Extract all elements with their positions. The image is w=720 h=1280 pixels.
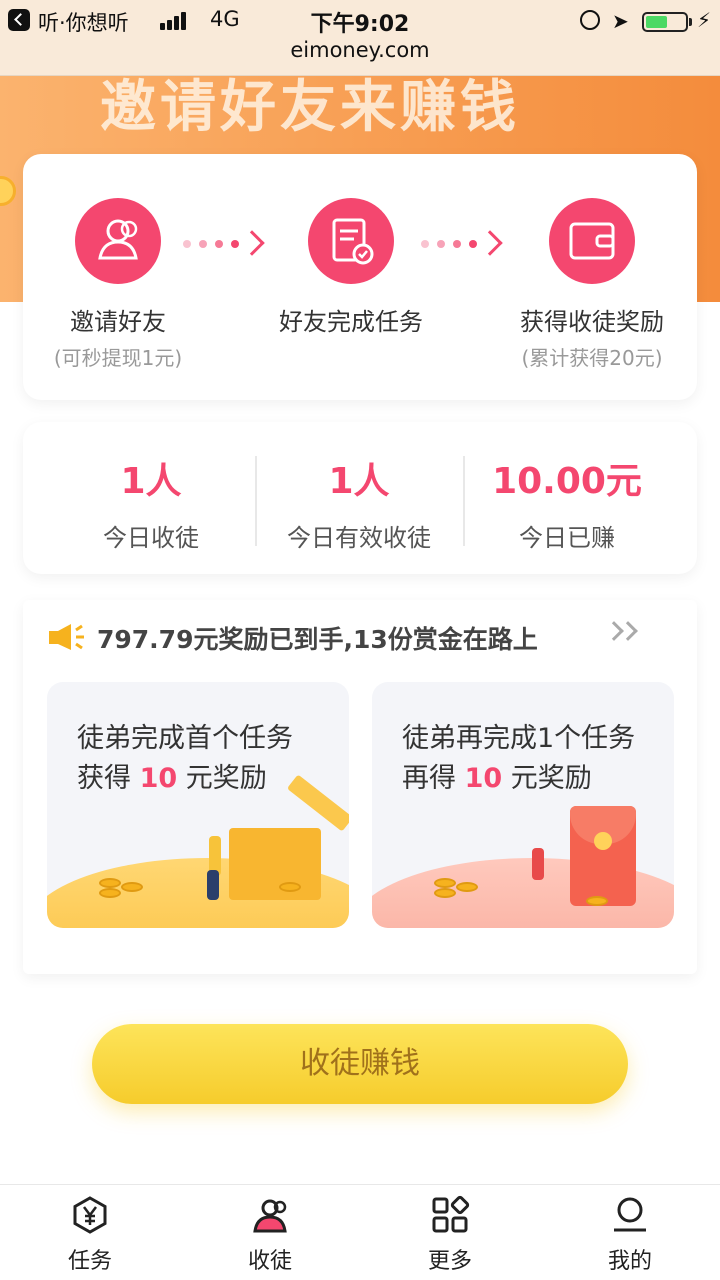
status-bar: 听·你想听 4G 下午9:02 ➤ ⚡ eimoney.com bbox=[0, 0, 720, 76]
step-sub: (可秒提现1元) bbox=[53, 346, 183, 370]
stat-value: 1人 bbox=[120, 461, 182, 502]
step-arrow bbox=[421, 230, 503, 256]
treasure-box-icon bbox=[229, 828, 321, 900]
tab-label: 更多 bbox=[427, 1249, 472, 1274]
step-sub: (累计获得20元) bbox=[521, 346, 663, 370]
url-bar[interactable]: eimoney.com bbox=[0, 38, 720, 62]
location-icon: ➤ bbox=[612, 9, 629, 33]
stat-today-recruits: 1人 今日收徒 bbox=[41, 452, 261, 553]
task-line: 徒弟完成首个任务 bbox=[77, 723, 293, 754]
chevron-right-icon bbox=[618, 621, 638, 641]
charging-icon: ⚡ bbox=[697, 8, 712, 32]
step-arrow bbox=[183, 230, 265, 256]
user-icon bbox=[614, 1197, 646, 1232]
coin-icon bbox=[0, 176, 16, 206]
stat-earned-today: 10.00元 今日已赚 bbox=[457, 452, 677, 553]
task-prefix: 再得 bbox=[402, 763, 456, 794]
task-prefix: 获得 bbox=[77, 763, 131, 794]
person-figure bbox=[532, 848, 544, 880]
coin-icon bbox=[586, 896, 608, 906]
stat-value: 1人 bbox=[328, 461, 390, 502]
reward-notice[interactable]: 797.79元奖励已到手,13份赏金在路上 bbox=[47, 618, 667, 658]
grid-icon bbox=[432, 1195, 470, 1233]
step-label: 邀请好友 bbox=[70, 308, 166, 336]
task-reward-line: 获得 10 元奖励 bbox=[77, 756, 267, 795]
stat-label: 今日已赚 bbox=[519, 524, 615, 552]
task-line: 徒弟再完成1个任务 bbox=[402, 723, 636, 754]
task-suffix: 元奖励 bbox=[185, 763, 267, 794]
stat-label: 今日收徒 bbox=[103, 524, 199, 552]
task-amount: 10 bbox=[139, 763, 178, 794]
stat-valid-recruits: 1人 今日有效收徒 bbox=[249, 452, 469, 553]
tab-recruit[interactable]: 收徒 bbox=[180, 1185, 360, 1280]
battery-icon bbox=[642, 12, 688, 32]
hero-title: 邀请好友来赚钱 bbox=[100, 76, 520, 140]
person-legs bbox=[207, 870, 219, 900]
step-label: 好友完成任务 bbox=[279, 308, 423, 336]
tab-label: 收徒 bbox=[247, 1249, 292, 1274]
stats-card: 1人 今日收徒 1人 今日有效收徒 10.00元 今日已赚 bbox=[23, 422, 697, 574]
users-icon bbox=[253, 1199, 287, 1233]
task-card-second[interactable]: 徒弟再完成1个任务 再得 10 元奖励 bbox=[372, 682, 674, 928]
notice-text: 797.79元奖励已到手,13份赏金在路上 bbox=[97, 625, 538, 654]
task-card-first[interactable]: 徒弟完成首个任务 获得 10 元奖励 bbox=[47, 682, 349, 928]
task-suffix: 元奖励 bbox=[510, 763, 592, 794]
steps-card: 邀请好友 (可秒提现1元) 好友完成任务 获得收徒奖励 (累计获得20元) bbox=[23, 154, 697, 400]
coin-icon bbox=[99, 878, 121, 888]
users-icon bbox=[75, 198, 161, 284]
envelope-seal bbox=[594, 832, 612, 850]
step-label: 获得收徒奖励 bbox=[520, 308, 664, 336]
stat-value: 10.00元 bbox=[492, 461, 642, 502]
task-amount: 10 bbox=[464, 763, 503, 794]
battery-tip bbox=[689, 18, 692, 26]
reward-card: 797.79元奖励已到手,13份赏金在路上 徒弟完成首个任务 获得 10 元奖励… bbox=[23, 600, 697, 974]
coin-icon bbox=[434, 888, 456, 898]
tab-label: 我的 bbox=[607, 1249, 652, 1274]
coin-icon bbox=[279, 882, 301, 892]
coin-icon bbox=[434, 878, 456, 888]
yen-hexagon-icon bbox=[73, 1196, 107, 1234]
wallet-icon bbox=[549, 198, 635, 284]
coin-icon bbox=[99, 888, 121, 898]
tab-more[interactable]: 更多 bbox=[360, 1185, 540, 1280]
tab-bar: 任务 收徒 更多 我的 bbox=[0, 1184, 720, 1280]
task-reward-line: 再得 10 元奖励 bbox=[402, 756, 592, 795]
tab-tasks[interactable]: 任务 bbox=[0, 1185, 180, 1280]
rotation-lock-icon bbox=[580, 10, 600, 30]
coin-icon bbox=[121, 882, 143, 892]
tab-mine[interactable]: 我的 bbox=[540, 1185, 720, 1280]
box-lid bbox=[286, 774, 349, 832]
recruit-earn-button[interactable]: 收徒赚钱 bbox=[92, 1024, 628, 1104]
stat-label: 今日有效收徒 bbox=[287, 524, 431, 552]
speaker-icon bbox=[49, 624, 84, 650]
clipboard-check-icon bbox=[308, 198, 394, 284]
coin-icon bbox=[456, 882, 478, 892]
tab-label: 任务 bbox=[67, 1249, 112, 1274]
